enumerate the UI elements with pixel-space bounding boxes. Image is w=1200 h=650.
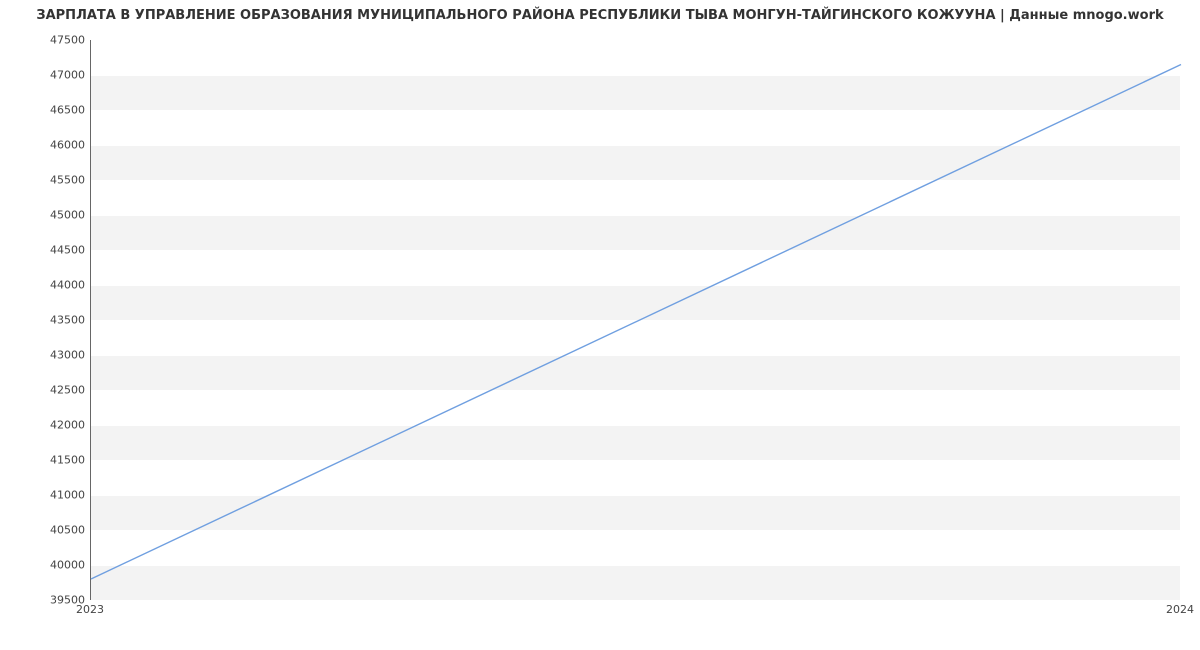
y-tick-label: 45000 bbox=[5, 209, 85, 222]
chart-container: ЗАРПЛАТА В УПРАВЛЕНИЕ ОБРАЗОВАНИЯ МУНИЦИ… bbox=[0, 0, 1200, 650]
y-tick-label: 42000 bbox=[5, 419, 85, 432]
y-tick-label: 42500 bbox=[5, 384, 85, 397]
x-tick-label: 2024 bbox=[1166, 603, 1194, 616]
chart-title: ЗАРПЛАТА В УПРАВЛЕНИЕ ОБРАЗОВАНИЯ МУНИЦИ… bbox=[0, 8, 1200, 23]
y-tick-label: 41000 bbox=[5, 489, 85, 502]
y-tick-label: 44500 bbox=[5, 244, 85, 257]
y-tick-label: 43000 bbox=[5, 349, 85, 362]
line-layer bbox=[91, 40, 1181, 600]
y-tick-label: 47000 bbox=[5, 69, 85, 82]
y-tick-label: 40000 bbox=[5, 559, 85, 572]
y-tick-label: 40500 bbox=[5, 524, 85, 537]
y-tick-label: 43500 bbox=[5, 314, 85, 327]
y-tick-label: 45500 bbox=[5, 174, 85, 187]
data-line bbox=[91, 65, 1181, 580]
plot-area bbox=[90, 40, 1180, 600]
x-tick-label: 2023 bbox=[76, 603, 104, 616]
y-tick-label: 46000 bbox=[5, 139, 85, 152]
y-tick-label: 46500 bbox=[5, 104, 85, 117]
y-tick-label: 44000 bbox=[5, 279, 85, 292]
y-tick-label: 47500 bbox=[5, 34, 85, 47]
grid-line bbox=[91, 600, 1180, 601]
y-tick-label: 39500 bbox=[5, 594, 85, 607]
y-tick-label: 41500 bbox=[5, 454, 85, 467]
